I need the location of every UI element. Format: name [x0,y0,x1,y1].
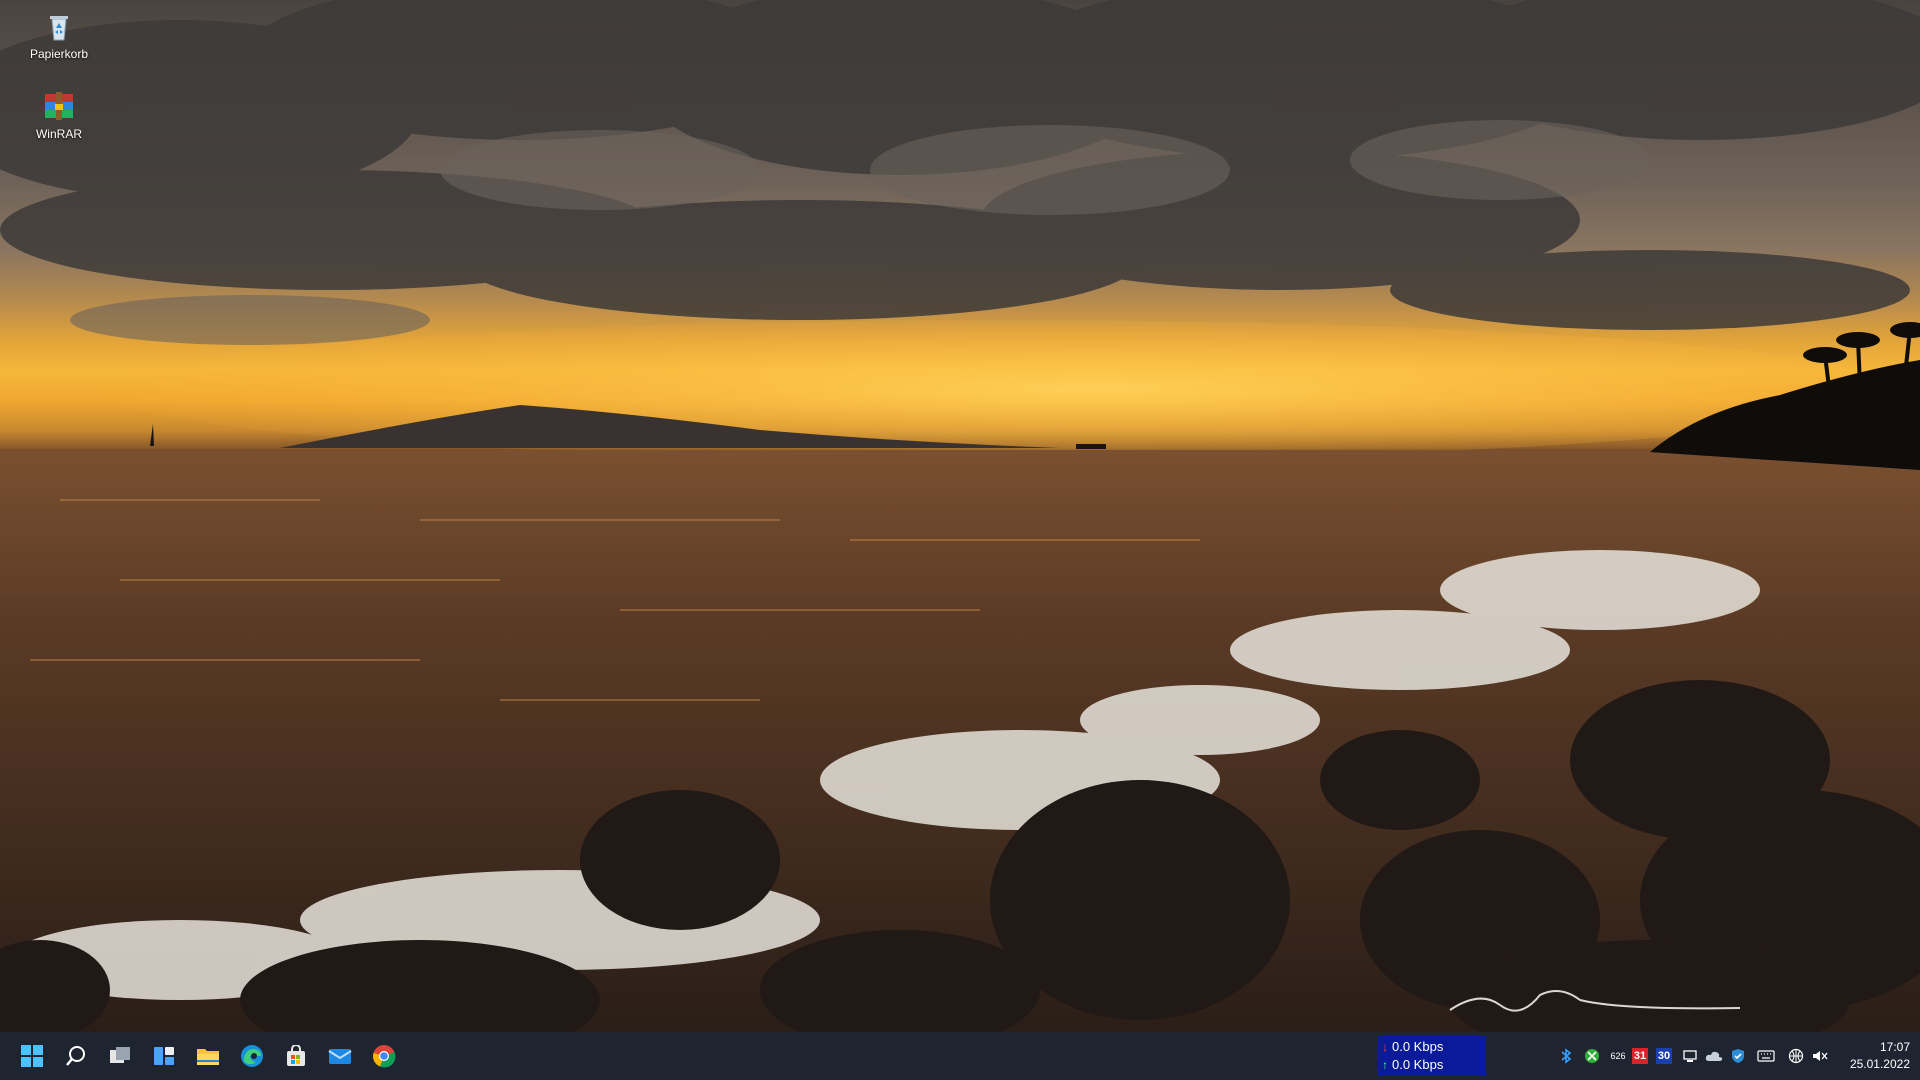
store-icon [287,1045,305,1066]
search-button[interactable] [56,1038,96,1074]
clock-date: 25.01.2022 [1849,1057,1910,1071]
tray-keyboard-icon[interactable] [1756,1046,1776,1066]
tray-calendar-31-label: 31 [1633,1050,1647,1062]
chrome-icon [373,1045,396,1068]
folder-icon [197,1049,219,1065]
tray-badge-626[interactable]: 626 [1608,1046,1628,1066]
tray-cloud-icon[interactable] [1704,1046,1724,1066]
upload-speed-row: ↑ 0.0 Kbps [1382,1056,1486,1074]
recycle-bin-icon [42,10,76,44]
network-speed-meter[interactable]: ↓ 0.0 Kbps ↑ 0.0 Kbps [1378,1036,1486,1076]
tray-language-globe-icon[interactable] [1786,1046,1806,1066]
tray-defender-icon[interactable] [1728,1046,1748,1066]
edge-button[interactable] [232,1038,272,1074]
download-speed-row: ↓ 0.0 Kbps [1382,1038,1486,1056]
tray-monitor-icon[interactable] [1680,1046,1700,1066]
download-speed-value: 0.0 Kbps [1392,1039,1444,1054]
tray-xbox-icon[interactable] [1582,1046,1602,1066]
edge-browser-icon [241,1045,263,1067]
mail-button[interactable] [320,1038,360,1074]
task-view-button[interactable] [100,1038,140,1074]
tray-calendar-30-label: 30 [1657,1050,1671,1062]
file-explorer-button[interactable] [188,1038,228,1074]
tray-bluetooth-icon[interactable] [1556,1046,1576,1066]
desktop-icon-label: WinRAR [35,127,82,141]
search-icon [66,1046,85,1066]
wallpaper-scene [0,0,1920,1032]
store-button[interactable] [276,1038,316,1074]
task-view-icon [110,1047,130,1063]
desktop-icon-recycle-bin[interactable]: Papierkorb [19,10,99,61]
tray-volume-muted-icon[interactable] [1810,1046,1830,1066]
taskbar: ↓ 0.0 Kbps ↑ 0.0 Kbps 626 31 30 17:07 25… [0,1032,1920,1080]
tray-calendar-31-icon[interactable]: 31 [1632,1048,1648,1064]
download-arrow-icon: ↓ [1382,1040,1388,1054]
widgets-icon [154,1047,174,1065]
desktop-wallpaper [0,0,1920,1032]
chrome-button[interactable] [364,1038,404,1074]
winrar-icon [42,90,76,124]
widgets-button[interactable] [144,1038,184,1074]
desktop-icon-winrar[interactable]: WinRAR [19,90,99,141]
start-button[interactable] [12,1038,52,1074]
upload-speed-value: 0.0 Kbps [1392,1057,1444,1072]
windows-start-icon [21,1045,43,1067]
clock-time: 17:07 [1879,1040,1910,1054]
taskbar-clock[interactable]: 17:07 25.01.2022 [1850,1039,1910,1073]
desktop-icon-label: Papierkorb [29,47,89,61]
tray-calendar-30-icon[interactable]: 30 [1656,1048,1672,1064]
upload-arrow-icon: ↑ [1382,1058,1388,1072]
mail-icon [328,1049,352,1064]
tray-badge-626-label: 626 [1610,1051,1626,1061]
